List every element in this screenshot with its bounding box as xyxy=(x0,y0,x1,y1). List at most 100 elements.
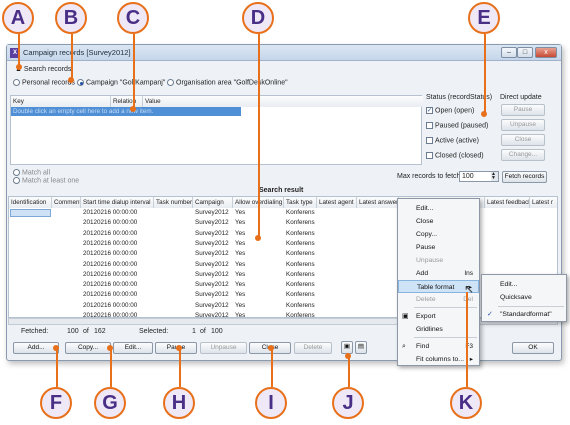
col-latest-feedback[interactable]: Latest feedback xyxy=(485,197,530,208)
search-result-title: Search result xyxy=(259,187,304,194)
table-cell-start: 20120216 00:00:00 xyxy=(83,219,138,227)
col-start-time[interactable]: Start time dialup interval xyxy=(81,197,154,208)
callout-d: D xyxy=(242,2,274,34)
menu-copy[interactable]: Copy... xyxy=(398,228,479,241)
selected-total: 100 xyxy=(211,328,223,335)
table-cell-campaign: Survey2012 xyxy=(195,250,229,258)
table-cell-start: 20120216 00:00:00 xyxy=(83,270,138,278)
leader-line-a xyxy=(18,34,20,66)
status-open[interactable]: ✓ Open (open) xyxy=(426,107,474,114)
table-cell-allow: Yes xyxy=(235,270,246,278)
leader-line-j xyxy=(348,355,350,387)
leader-line-k xyxy=(466,292,468,387)
du-pause-button[interactable]: Pause xyxy=(501,104,545,116)
table-cell-campaign: Survey2012 xyxy=(195,301,229,309)
table-cell-campaign: Survey2012 xyxy=(195,291,229,299)
col-identification[interactable]: Identification xyxy=(9,197,52,208)
status-closed[interactable]: Closed (closed) xyxy=(426,152,484,159)
ok-button[interactable]: OK xyxy=(512,342,554,354)
du-close-button[interactable]: Close xyxy=(501,134,545,146)
leader-dot-e xyxy=(481,111,487,117)
table-cell-campaign: Survey2012 xyxy=(195,260,229,268)
export-icon: ▣ xyxy=(402,313,409,320)
search-criteria-table[interactable]: Key Relation Value Double click an empty… xyxy=(10,95,423,165)
callout-e: E xyxy=(468,2,500,34)
close-window-button[interactable]: x xyxy=(535,47,557,58)
leader-line-b xyxy=(71,34,73,79)
table-cell-campaign: Survey2012 xyxy=(195,281,229,289)
col-comment[interactable]: Comment xyxy=(52,197,81,208)
table-cell-type: Konferens xyxy=(286,281,315,289)
radio-campaign[interactable]: Campaign "GolfKampanj" xyxy=(77,79,165,86)
match-all-radio[interactable]: Match all xyxy=(13,169,50,176)
menu-pause[interactable]: Pause xyxy=(398,241,479,254)
col-relation[interactable]: Relation xyxy=(111,96,143,107)
col-task-number[interactable]: Task number xyxy=(154,197,193,208)
max-records-input[interactable]: 100 ▲ ▼ xyxy=(459,171,499,182)
fetched-total: 162 xyxy=(94,328,106,335)
du-change-button[interactable]: Change... xyxy=(501,149,545,161)
submenu-edit[interactable]: Edit... xyxy=(482,278,566,291)
submenu-standardformat[interactable]: ✓ "Standardformat" xyxy=(482,308,566,321)
search-records-label: ▲ Search records xyxy=(15,66,72,73)
table-cell-type: Konferens xyxy=(286,209,315,216)
table-cell-campaign: Survey2012 xyxy=(195,239,229,247)
leader-dot-i xyxy=(268,345,274,351)
match-least-radio[interactable]: Match at least one xyxy=(13,177,79,184)
table-cell-campaign: Survey2012 xyxy=(195,270,229,278)
callout-c: C xyxy=(117,2,149,34)
leader-dot-c xyxy=(130,106,136,112)
delete-button[interactable]: Delete xyxy=(294,342,332,354)
copy-button[interactable]: Copy... xyxy=(65,342,111,354)
maximize-button[interactable]: □ xyxy=(517,47,533,58)
table-cell-allow: Yes xyxy=(235,229,246,237)
col-campaign[interactable]: Campaign xyxy=(193,197,233,208)
col-latest-answer[interactable]: Latest answer xyxy=(357,197,399,208)
leader-dot-h xyxy=(176,345,182,351)
table-cell-type: Konferens xyxy=(286,250,315,258)
leader-dot-j xyxy=(345,353,351,359)
spinner-icon[interactable]: ▲ ▼ xyxy=(491,172,498,181)
selected-of: of xyxy=(200,328,206,335)
leader-dot-a xyxy=(16,64,22,70)
table-cell-type: Konferens xyxy=(286,260,315,268)
table-cell-campaign: Survey2012 xyxy=(195,209,229,216)
callout-a: A xyxy=(2,2,34,34)
status-active[interactable]: Active (active) xyxy=(426,137,479,144)
menu-edit[interactable]: Edit... xyxy=(398,202,479,215)
status-paused[interactable]: Paused (paused) xyxy=(426,122,488,129)
col-latest-agent[interactable]: Latest agent xyxy=(317,197,357,208)
table-cell-allow: Yes xyxy=(235,250,246,258)
submenu-quicksave[interactable]: Quicksave xyxy=(482,291,566,304)
radio-organisation[interactable]: Organisation area "GolfDeskOnline" xyxy=(167,79,288,86)
direct-update-title: Direct update xyxy=(500,94,542,101)
callout-f: F xyxy=(40,387,72,419)
table-cell-allow: Yes xyxy=(235,219,246,227)
col-latest-r[interactable]: Latest r xyxy=(530,197,557,208)
table-cell-allow: Yes xyxy=(235,239,246,247)
table-icon-button[interactable]: ▤ xyxy=(355,341,367,354)
status-title: Status (recordStatus) xyxy=(426,94,493,101)
leader-line-h xyxy=(179,347,181,387)
col-value[interactable]: Value xyxy=(143,96,423,107)
table-cell-allow: Yes xyxy=(235,260,246,268)
fetch-records-button[interactable]: Fetch records xyxy=(502,171,547,183)
col-key[interactable]: Key xyxy=(11,96,111,107)
selected-label: Selected: xyxy=(139,328,169,335)
selected-value: 1 xyxy=(192,328,196,335)
menu-close[interactable]: Close xyxy=(398,215,479,228)
radio-personal[interactable]: Personal records xyxy=(13,79,75,86)
minimize-button[interactable]: – xyxy=(501,47,517,58)
menu-add[interactable]: Add Ins xyxy=(398,267,479,280)
du-unpause-button[interactable]: Unpause xyxy=(501,119,545,131)
col-task-type[interactable]: Task type xyxy=(284,197,317,208)
menu-unpause[interactable]: Unpause xyxy=(398,254,479,267)
fetched-label: Fetched: xyxy=(21,328,49,335)
window-title: Campaign records [Survey2012] xyxy=(23,48,131,57)
table-cell-allow: Yes xyxy=(235,281,246,289)
leader-dot-d xyxy=(255,235,261,241)
callout-b: B xyxy=(55,2,87,34)
callout-g: G xyxy=(94,387,126,419)
unpause-button[interactable]: Unpause xyxy=(200,342,247,354)
edit-button[interactable]: Edit... xyxy=(113,342,153,354)
